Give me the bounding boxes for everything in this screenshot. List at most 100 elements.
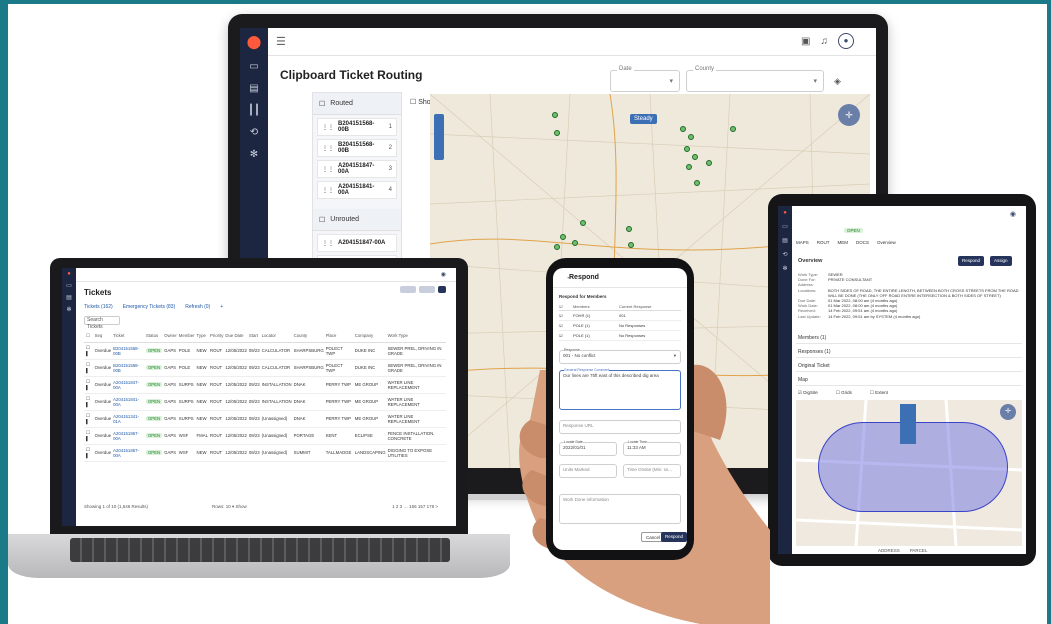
- app-logo-icon[interactable]: ⬤: [240, 28, 268, 56]
- column-header[interactable]: Place: [323, 330, 353, 343]
- checkbox-icon[interactable]: ☐: [319, 216, 325, 224]
- back-arrow-icon[interactable]: ←: [566, 268, 573, 288]
- ticket-pin[interactable]: [560, 234, 566, 240]
- row-checkbox[interactable]: ☐ ▌: [84, 376, 93, 394]
- drag-handle-icon[interactable]: ⋮⋮: [322, 187, 334, 194]
- responses-section[interactable]: Responses (1): [796, 346, 1022, 358]
- extent-toggle[interactable]: ☐ Extent: [870, 390, 888, 396]
- grid-view-button[interactable]: [438, 286, 446, 293]
- column-header[interactable]: ☐: [84, 330, 93, 343]
- member-checkbox[interactable]: ☑: [559, 333, 573, 338]
- table-row[interactable]: ☐ ▌ Overdue B204151568-00B OPEN GAPS POLE NEW R…: [84, 359, 446, 377]
- tab-tickets[interactable]: Tickets (162): [84, 304, 113, 310]
- reports-icon[interactable]: ┃┃: [240, 100, 268, 122]
- table-cell[interactable]: B204151568-00B: [111, 359, 144, 377]
- routed-ticket-row[interactable]: ⋮⋮ A204151847-00A 3: [317, 160, 397, 178]
- table-row[interactable]: ☐ ▌ Overdue A204151867-00A OPEN GAPS WSF NEW RO…: [84, 444, 446, 462]
- ticket-pin[interactable]: [694, 180, 700, 186]
- grids-toggle[interactable]: ☐ Grids: [836, 390, 852, 396]
- history-icon[interactable]: ⟲: [240, 122, 268, 144]
- tab-maps[interactable]: MAPS: [796, 240, 809, 245]
- add-tab-button[interactable]: +: [220, 304, 223, 310]
- row-checkbox[interactable]: ☐ ▌: [84, 342, 93, 360]
- ticket-pin[interactable]: [580, 220, 586, 226]
- work-done-field[interactable]: Work Done information: [559, 494, 681, 524]
- column-header[interactable]: Work Type: [385, 330, 446, 343]
- calendar-icon[interactable]: ▣: [801, 36, 810, 47]
- response-url-field[interactable]: Response URL: [559, 420, 681, 434]
- ticket-pin[interactable]: [730, 126, 736, 132]
- digsite-toggle[interactable]: ☑ DigSite: [798, 390, 818, 396]
- table-cell[interactable]: A204151867-00A: [111, 427, 144, 445]
- original-ticket-section[interactable]: Original Ticket: [796, 360, 1022, 372]
- column-header[interactable]: Priority: [208, 330, 224, 343]
- tab-refresh[interactable]: Refresh (0): [185, 304, 210, 310]
- document-icon[interactable]: ▤: [240, 78, 268, 100]
- respond-submit-button[interactable]: Respond: [661, 532, 687, 542]
- settings-icon[interactable]: ✻: [62, 304, 76, 316]
- table-cell[interactable]: A204151867-00A: [111, 444, 144, 462]
- ticket-pin[interactable]: [626, 226, 632, 232]
- map-chip[interactable]: Steady: [630, 114, 657, 124]
- checkbox-icon[interactable]: ☐: [319, 100, 325, 108]
- ticket-pin[interactable]: [572, 240, 578, 246]
- tab-emergency[interactable]: Emergency Tickets (83): [123, 304, 176, 310]
- table-cell[interactable]: A204151841-00A: [111, 393, 144, 411]
- bell-icon[interactable]: ♫: [821, 36, 829, 47]
- compass-icon[interactable]: ✛: [838, 104, 860, 126]
- drag-handle-icon[interactable]: ⋮⋮: [322, 166, 334, 173]
- ticket-pin[interactable]: [554, 244, 560, 250]
- compass-icon[interactable]: ✛: [1000, 404, 1016, 420]
- settings-icon[interactable]: ✻: [240, 144, 268, 166]
- column-header[interactable]: Member: [176, 330, 195, 343]
- drag-handle-icon[interactable]: ⋮⋮: [322, 145, 334, 152]
- column-header[interactable]: Due Date: [223, 330, 247, 343]
- row-checkbox[interactable]: ☐ ▌: [84, 444, 93, 462]
- table-row[interactable]: ☐ ▌ Overdue A204151341-01A OPEN GAPS SURPS NEW…: [84, 410, 446, 428]
- row-checkbox[interactable]: ☐ ▌: [84, 393, 93, 411]
- select-all-checkbox[interactable]: ☑: [559, 304, 573, 309]
- column-header[interactable]: Ticket: [111, 330, 144, 343]
- members-section[interactable]: Members (1): [796, 332, 1022, 344]
- table-row[interactable]: ☐ ▌ Overdue A204151841-00A OPEN GAPS SURPS NEW…: [84, 393, 446, 411]
- ticket-pin[interactable]: [554, 130, 560, 136]
- row-checkbox[interactable]: ☐ ▌: [84, 359, 93, 377]
- member-row[interactable]: ☑ POLE (1) No Responses: [559, 331, 681, 341]
- toolbar-button[interactable]: [400, 286, 416, 293]
- table-row[interactable]: ☐ ▌ Overdue B204151568-00B OPEN GAPS POLE NEW R…: [84, 342, 446, 360]
- tab-overview[interactable]: Overview: [877, 240, 896, 245]
- digsite-map[interactable]: ✛: [796, 400, 1022, 546]
- member-checkbox[interactable]: ☑: [559, 313, 573, 318]
- column-header[interactable]: Type: [194, 330, 208, 343]
- table-cell[interactable]: A204151341-01A: [111, 410, 144, 428]
- column-header[interactable]: Company: [352, 330, 386, 343]
- menu-icon[interactable]: ☰: [276, 35, 286, 48]
- column-header[interactable]: Locator: [259, 330, 292, 343]
- settings-icon[interactable]: ✻: [778, 262, 792, 276]
- map-legend[interactable]: [900, 404, 916, 444]
- column-header[interactable]: County: [291, 330, 324, 343]
- tab-parcel[interactable]: PARCEL: [910, 548, 928, 553]
- ticket-pin[interactable]: [706, 160, 712, 166]
- ticket-pin[interactable]: [692, 154, 698, 160]
- toolbar-button[interactable]: [419, 286, 435, 293]
- drag-handle-icon[interactable]: ⋮⋮: [322, 124, 334, 131]
- checkbox-icon[interactable]: ☐: [410, 99, 416, 106]
- ticket-pin[interactable]: [684, 146, 690, 152]
- units-marked-field[interactable]: Units Marked: [559, 464, 617, 478]
- respond-button[interactable]: Respond: [958, 256, 985, 266]
- rows-per-page[interactable]: Rows: 10 ▾ Show: [212, 504, 247, 510]
- response-select[interactable]: Response 001 - No conflict ▾: [559, 348, 681, 364]
- table-row[interactable]: ☐ ▌ Overdue A204151867-00A OPEN GAPS WSF FMAL R…: [84, 427, 446, 445]
- table-cell[interactable]: A204151847-00A: [111, 376, 144, 394]
- routed-ticket-row[interactable]: ⋮⋮ B204151568-00B 1: [317, 118, 397, 136]
- tab-docs[interactable]: DOCS: [856, 240, 869, 245]
- user-avatar-icon[interactable]: ◉: [1010, 210, 1016, 218]
- tab-rout[interactable]: ROUT: [817, 240, 830, 245]
- column-header[interactable]: Owner: [162, 330, 177, 343]
- locate-date-field[interactable]: Locate Date 2022/01/01: [559, 440, 617, 456]
- locate-time-field[interactable]: Locate Time 11:33 AM: [623, 440, 681, 456]
- drag-handle-icon[interactable]: ⋮⋮: [322, 240, 334, 247]
- table-row[interactable]: ☐ ▌ Overdue A204151847-00A OPEN GAPS SURPS NEW…: [84, 376, 446, 394]
- time-onsite-field[interactable]: Time Onsite (Min: ss...: [623, 464, 681, 478]
